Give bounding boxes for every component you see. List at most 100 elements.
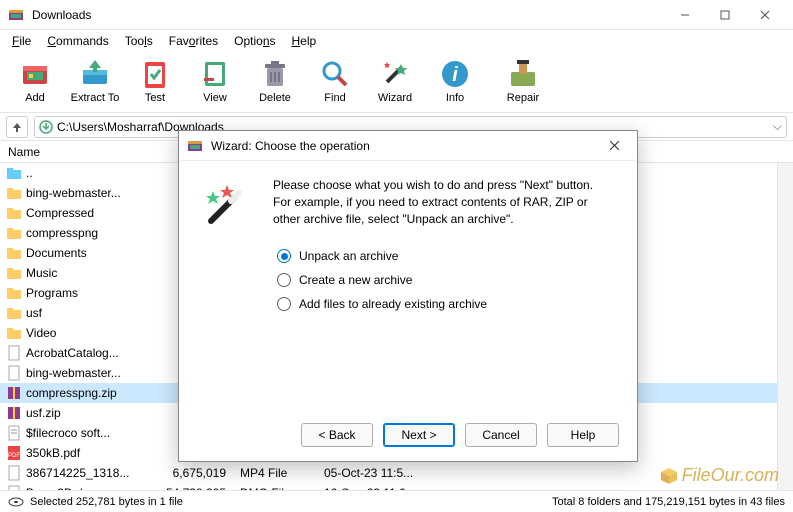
file-icon (6, 345, 22, 361)
cube-icon (660, 467, 678, 485)
chevron-down-icon[interactable]: ⌵ (773, 119, 782, 134)
file-icon (6, 405, 22, 421)
download-folder-icon (39, 120, 53, 134)
file-name: compresspng.zip (26, 386, 162, 400)
file-icon (6, 205, 22, 221)
file-name: Documents (26, 246, 162, 260)
radio-label: Add files to already existing archive (299, 297, 487, 311)
delete-icon (259, 58, 291, 90)
file-name: .. (26, 166, 162, 180)
file-icon (6, 185, 22, 201)
back-button[interactable]: < Back (301, 423, 373, 447)
radio-option-1[interactable]: Create a new archive (277, 273, 617, 287)
toolbar-view-label: View (203, 92, 227, 104)
file-icon (6, 265, 22, 281)
toolbar-extract-label: Extract To (71, 92, 120, 104)
dialog-close-button[interactable] (599, 131, 629, 161)
wizard-dialog: Wizard: Choose the operation Please choo… (178, 130, 638, 462)
vertical-scrollbar[interactable] (777, 163, 793, 501)
file-icon: PDF (6, 445, 22, 461)
file-name: $filecroco soft... (26, 426, 162, 440)
file-icon (6, 465, 22, 481)
file-icon (6, 325, 22, 341)
svg-text:PDF: PDF (8, 453, 20, 459)
toolbar-wizard-label: Wizard (378, 92, 412, 104)
title-bar: Downloads (0, 0, 793, 30)
cancel-button[interactable]: Cancel (465, 423, 537, 447)
file-name: Compressed (26, 206, 162, 220)
toolbar-delete[interactable]: Delete (246, 56, 304, 106)
toolbar-wizard[interactable]: Wizard (366, 56, 424, 106)
menu-help[interactable]: Help (284, 32, 325, 50)
file-type: MP4 File (240, 466, 320, 480)
file-name: Music (26, 266, 162, 280)
toolbar-test[interactable]: Test (126, 56, 184, 106)
file-name: compresspng (26, 226, 162, 240)
minimize-button[interactable] (665, 0, 705, 30)
file-icon (6, 425, 22, 441)
toolbar-info[interactable]: i Info (426, 56, 484, 106)
toolbar-repair[interactable]: Repair (494, 56, 552, 106)
file-name: usf (26, 306, 162, 320)
status-bar: Selected 252,781 bytes in 1 file Total 8… (0, 490, 793, 512)
find-icon (319, 58, 351, 90)
radio-option-2[interactable]: Add files to already existing archive (277, 297, 617, 311)
file-name: AcrobatCatalog... (26, 346, 162, 360)
status-total: Total 8 folders and 175,219,151 bytes in… (552, 496, 785, 508)
toolbar-view[interactable]: View (186, 56, 244, 106)
up-button[interactable] (6, 116, 28, 138)
file-name: Video (26, 326, 162, 340)
dialog-description: Please choose what you wish to do and pr… (273, 177, 617, 227)
repair-icon (507, 58, 539, 90)
toolbar-info-label: Info (446, 92, 464, 104)
close-button[interactable] (745, 0, 785, 30)
menu-tools[interactable]: Tools (117, 32, 161, 50)
file-name: 386714225_1318... (26, 466, 162, 480)
file-icon (6, 305, 22, 321)
file-name: usf.zip (26, 406, 162, 420)
menu-bar: File Commands Tools Favorites Options He… (0, 30, 793, 52)
menu-commands[interactable]: Commands (39, 32, 116, 50)
toolbar-find-label: Find (324, 92, 345, 104)
file-icon (6, 245, 22, 261)
radio-label: Create a new archive (299, 273, 412, 287)
file-icon (6, 365, 22, 381)
file-icon (6, 385, 22, 401)
toolbar-extract[interactable]: Extract To (66, 56, 124, 106)
disk-icon (8, 497, 24, 507)
file-name: bing-webmaster... (26, 186, 162, 200)
toolbar-find[interactable]: Find (306, 56, 364, 106)
toolbar-repair-label: Repair (507, 92, 539, 104)
radio-circle-icon (277, 249, 291, 263)
svg-text:i: i (452, 64, 458, 86)
file-icon (6, 165, 22, 181)
view-icon (199, 58, 231, 90)
toolbar-add-label: Add (25, 92, 45, 104)
file-name: bing-webmaster... (26, 366, 162, 380)
radio-circle-icon (277, 273, 291, 287)
maximize-button[interactable] (705, 0, 745, 30)
add-icon (19, 58, 51, 90)
dialog-title: Wizard: Choose the operation (211, 139, 599, 153)
window-title: Downloads (32, 8, 665, 22)
toolbar: Add Extract To Test View Delete Find Wiz… (0, 52, 793, 113)
radio-group: Unpack an archive Create a new archive Add… (273, 249, 617, 311)
wizard-icon (379, 58, 411, 90)
file-size: 6,675,019 (166, 466, 236, 480)
watermark: FileOur.com (660, 465, 779, 486)
menu-file[interactable]: File (4, 32, 39, 50)
close-icon (609, 140, 620, 151)
menu-options[interactable]: Options (226, 32, 283, 50)
menu-favorites[interactable]: Favorites (161, 32, 226, 50)
column-name[interactable]: Name (8, 145, 168, 159)
next-button[interactable]: Next > (383, 423, 455, 447)
radio-label: Unpack an archive (299, 249, 398, 263)
winrar-icon (187, 138, 203, 154)
dialog-title-bar: Wizard: Choose the operation (179, 131, 637, 161)
radio-option-0[interactable]: Unpack an archive (277, 249, 617, 263)
file-name: Programs (26, 286, 162, 300)
toolbar-add[interactable]: Add (6, 56, 64, 106)
radio-circle-icon (277, 297, 291, 311)
wizard-large-icon (199, 177, 255, 311)
help-button[interactable]: Help (547, 423, 619, 447)
